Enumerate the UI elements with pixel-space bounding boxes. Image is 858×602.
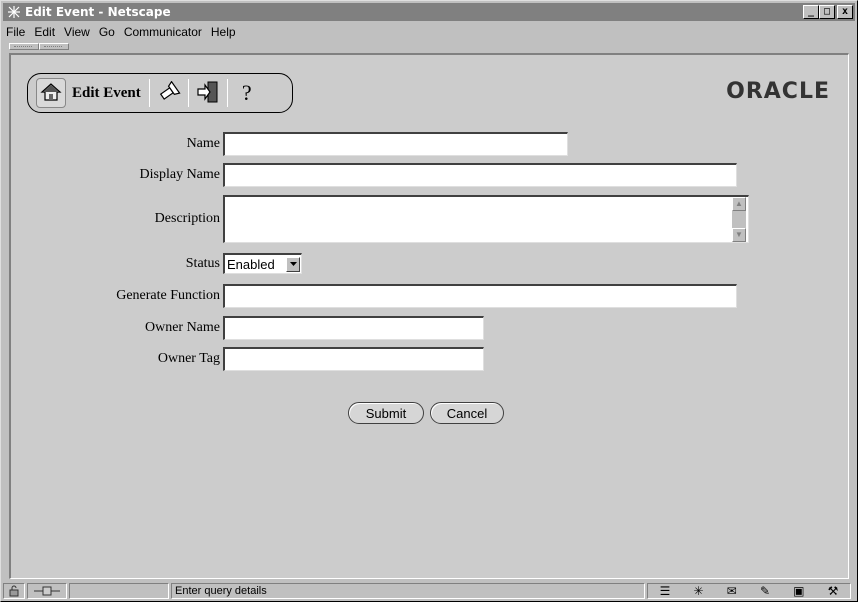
status-selected-value: Enabled: [227, 256, 275, 272]
browser-window: Edit Event - Netscape _ □ x File Edit Vi…: [0, 0, 858, 602]
location-toolbar-grip[interactable]: [39, 43, 69, 50]
netscape-logo-icon: [6, 5, 22, 19]
owner-name-row: Owner Name: [11, 316, 484, 340]
generate-function-input[interactable]: [223, 284, 737, 308]
scroll-down-arrow-icon[interactable]: ▼: [732, 228, 746, 242]
menu-help[interactable]: Help: [207, 25, 241, 39]
home-icon: [40, 82, 62, 105]
cancel-button[interactable]: Cancel: [430, 402, 504, 424]
status-message: Enter query details: [171, 583, 645, 599]
description-textarea[interactable]: ▲ ▼: [223, 195, 749, 243]
generate-function-label: Generate Function: [116, 288, 220, 303]
name-label: Name: [186, 136, 220, 151]
component-bar: ☰ ✳ ✉ ✎ ▣ ⚒: [647, 583, 851, 599]
name-row: Name: [11, 132, 568, 156]
owner-tag-label: Owner Tag: [157, 351, 220, 366]
submit-button[interactable]: Submit: [348, 402, 424, 424]
owner-name-label: Owner Name: [144, 320, 220, 335]
navigation-toolbar-grip[interactable]: [9, 43, 39, 50]
search-button[interactable]: [154, 78, 184, 108]
home-button[interactable]: [36, 78, 66, 108]
window-controls: _ □ x: [803, 5, 853, 19]
owner-tag-input[interactable]: [223, 347, 484, 371]
toolbar-separator: [187, 79, 189, 107]
mail-icon[interactable]: ✉: [727, 584, 737, 598]
toolbar-separator: [226, 79, 228, 107]
menu-view[interactable]: View: [60, 25, 95, 39]
name-input[interactable]: [223, 132, 568, 156]
owner-name-input[interactable]: [223, 316, 484, 340]
window-title: Edit Event - Netscape: [25, 5, 171, 19]
oracle-logo: ORACLE: [726, 79, 830, 104]
status-row: Status Enabled: [11, 253, 302, 274]
scroll-up-arrow-icon[interactable]: ▲: [732, 197, 746, 211]
menu-file[interactable]: File: [3, 25, 30, 39]
menu-edit[interactable]: Edit: [30, 25, 60, 39]
status-bar: Enter query details ☰ ✳ ✉ ✎ ▣ ⚒: [3, 581, 855, 601]
flashlight-icon: [157, 80, 181, 106]
tools-icon[interactable]: ⚒: [828, 584, 839, 598]
display-name-row: Display Name: [11, 163, 737, 187]
description-row: Description ▲ ▼: [11, 195, 749, 243]
discussion-icon[interactable]: ▣: [793, 584, 804, 598]
title-bar: Edit Event - Netscape _ □ x: [3, 3, 855, 21]
owner-tag-row: Owner Tag: [11, 347, 484, 371]
logout-button[interactable]: [193, 78, 223, 108]
description-scrollbar[interactable]: ▲ ▼: [732, 197, 746, 242]
menu-go[interactable]: Go: [95, 25, 120, 39]
help-icon: ?: [241, 80, 252, 105]
description-label: Description: [154, 211, 220, 226]
status-label: Status: [185, 255, 220, 271]
help-button[interactable]: ?: [232, 78, 262, 108]
connection-icon: [27, 583, 67, 599]
collapsed-toolbars: [9, 43, 69, 51]
menu-bar: File Edit View Go Communicator Help: [3, 22, 855, 41]
display-name-input[interactable]: [223, 163, 737, 187]
menu-communicator[interactable]: Communicator: [120, 25, 207, 39]
exit-icon: [196, 80, 220, 107]
display-name-label: Display Name: [139, 167, 220, 182]
progress-cell: [69, 583, 169, 599]
status-select[interactable]: Enabled: [223, 253, 302, 274]
component-icon[interactable]: ☰: [660, 584, 671, 598]
page-content: Edit Event ? ORACLE Name Display Name De…: [9, 53, 849, 579]
netscape-icon[interactable]: ✳: [694, 584, 704, 598]
maximize-button[interactable]: □: [819, 5, 835, 19]
security-icon[interactable]: [3, 583, 25, 599]
minimize-button[interactable]: _: [803, 5, 819, 19]
page-title: Edit Event: [72, 84, 141, 101]
toolbar-separator: [148, 79, 150, 107]
generate-function-row: Generate Function: [11, 284, 737, 308]
composer-icon[interactable]: ✎: [760, 584, 770, 598]
app-toolbar: Edit Event ?: [27, 73, 293, 113]
chevron-down-icon: [286, 256, 300, 272]
close-button[interactable]: x: [837, 5, 853, 19]
